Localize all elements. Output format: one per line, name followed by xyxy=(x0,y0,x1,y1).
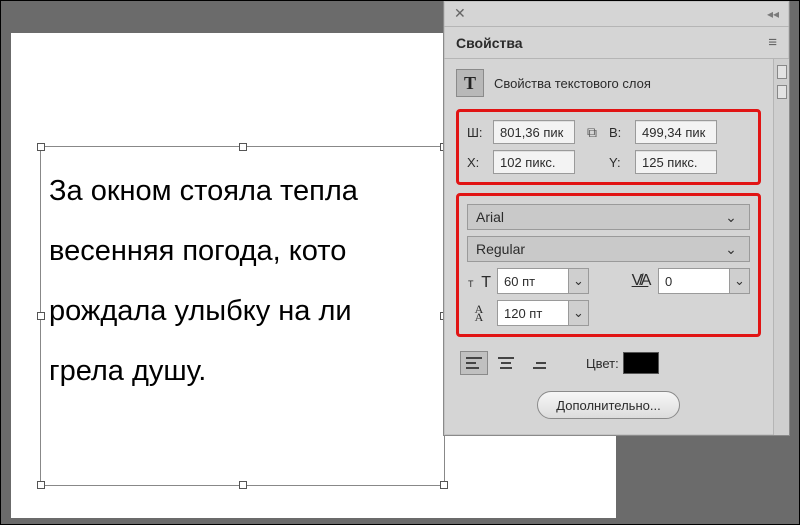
font-family-select[interactable]: Arial ⌄ xyxy=(467,204,750,230)
sidebar-scroll-indicator[interactable] xyxy=(777,65,787,79)
handle-top-middle[interactable] xyxy=(239,143,247,151)
height-label: В: xyxy=(609,125,629,140)
handle-bottom-left[interactable] xyxy=(37,481,45,489)
panel-menu-icon[interactable]: ≡ xyxy=(768,34,777,51)
chevron-down-icon[interactable]: ⌄ xyxy=(729,269,749,293)
collapse-icon[interactable]: ◂◂ xyxy=(767,7,779,21)
leading-input[interactable]: 120 пт ⌄ xyxy=(497,300,589,326)
chevron-down-icon: ⌄ xyxy=(721,209,741,226)
section-title: Свойства текстового слоя xyxy=(494,76,651,91)
close-icon[interactable]: ✕ xyxy=(454,5,466,22)
width-label: Ш: xyxy=(467,125,487,140)
color-label: Цвет: xyxy=(586,356,619,371)
panel-top-bar: ✕ ◂◂ xyxy=(444,1,789,27)
handle-bottom-middle[interactable] xyxy=(239,481,247,489)
paragraph-row: Цвет: xyxy=(456,345,761,387)
tracking-input[interactable]: 0 ⌄ xyxy=(658,268,750,294)
more-options-button[interactable]: Дополнительно... xyxy=(537,391,679,419)
panel-sidebar xyxy=(773,59,789,435)
handle-top-left[interactable] xyxy=(37,143,45,151)
font-size-icon: T T xyxy=(467,270,491,292)
transform-group-highlight: Ш: 801,36 пик ⧉ В: 499,34 пик X: 102 пик… xyxy=(456,109,761,185)
align-right-button[interactable] xyxy=(524,351,552,375)
font-size-input[interactable]: 60 пт ⌄ xyxy=(497,268,589,294)
chevron-down-icon[interactable]: ⌄ xyxy=(568,301,588,325)
link-icon[interactable]: ⧉ xyxy=(581,122,603,142)
x-label: X: xyxy=(467,155,487,170)
font-style-select[interactable]: Regular ⌄ xyxy=(467,236,750,262)
handle-middle-left[interactable] xyxy=(37,312,45,320)
sidebar-scroll-indicator[interactable] xyxy=(777,85,787,99)
tab-properties[interactable]: Свойства xyxy=(456,35,523,51)
width-input[interactable]: 801,36 пик xyxy=(493,120,575,144)
leading-icon xyxy=(467,302,491,324)
properties-panel: ✕ ◂◂ Свойства ≡ T Свойства текстового сл… xyxy=(443,1,790,436)
align-left-button[interactable] xyxy=(460,351,488,375)
color-swatch[interactable] xyxy=(623,352,659,374)
y-input[interactable]: 125 пикс. xyxy=(635,150,717,174)
text-layer-icon: T xyxy=(456,69,484,97)
section-header: T Свойства текстового слоя xyxy=(456,69,761,97)
character-group-highlight: Arial ⌄ Regular ⌄ T T 60 п xyxy=(456,193,761,337)
chevron-down-icon[interactable]: ⌄ xyxy=(568,269,588,293)
tracking-icon: V/A xyxy=(628,270,652,292)
x-input[interactable]: 102 пикс. xyxy=(493,150,575,174)
panel-tabs: Свойства ≡ xyxy=(444,27,789,59)
y-label: Y: xyxy=(609,155,629,170)
align-center-button[interactable] xyxy=(492,351,520,375)
height-input[interactable]: 499,34 пик xyxy=(635,120,717,144)
chevron-down-icon: ⌄ xyxy=(721,241,741,258)
handle-bottom-right[interactable] xyxy=(440,481,448,489)
